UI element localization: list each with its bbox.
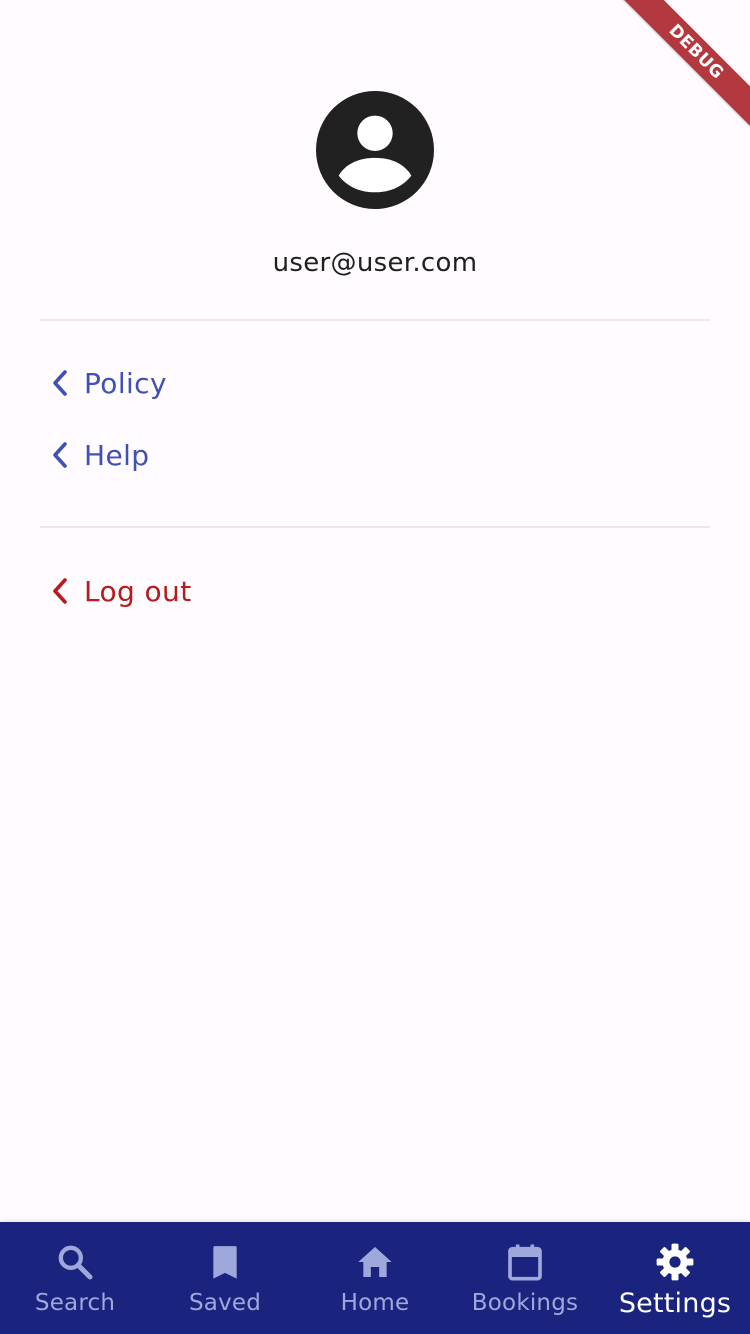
menu-item-policy[interactable]: Policy [40,355,167,411]
chevron-left-icon [40,563,80,619]
divider [40,319,710,321]
menu-item-help[interactable]: Help [40,427,149,483]
nav-item-label: Saved [188,1290,262,1316]
calendar-icon [503,1240,547,1284]
menu-item-label: Help [84,438,150,472]
debug-banner-label: DEBUG [608,0,750,140]
search-icon [53,1240,97,1284]
debug-banner: DEBUG [590,0,750,160]
account-circle-icon [316,91,434,209]
nav-item-label: Bookings [471,1290,579,1316]
nav-item-label: Search [34,1290,116,1316]
user-email: user@user.com [272,248,478,278]
menu-item-label: Policy [84,366,167,400]
nav-item-saved[interactable]: Saved [150,1222,300,1334]
bottom-navigation-bar: Search Saved Home Bookings Settings [0,1222,750,1334]
home-icon [353,1240,397,1284]
logout-label: Log out [84,574,192,608]
divider [40,526,710,528]
settings-screen: user@user.com Policy Help Log out DEBUG [0,0,750,1334]
chevron-left-icon [40,355,80,411]
bookmark-icon [203,1240,247,1284]
nav-item-settings[interactable]: Settings [600,1222,750,1334]
logout-button[interactable]: Log out [40,563,192,619]
chevron-left-icon [40,427,80,483]
nav-item-bookings[interactable]: Bookings [450,1222,600,1334]
nav-item-label: Settings [618,1288,732,1319]
gear-icon [653,1240,697,1284]
nav-item-home[interactable]: Home [300,1222,450,1334]
nav-item-label: Home [340,1290,410,1316]
nav-item-search[interactable]: Search [0,1222,150,1334]
